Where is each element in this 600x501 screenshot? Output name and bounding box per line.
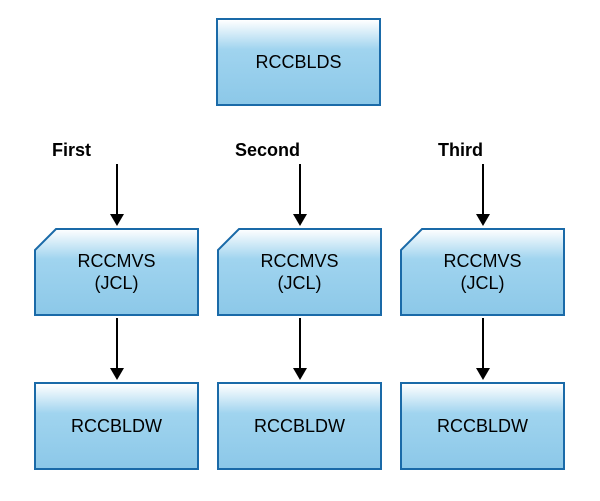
heading-third: Third [438,140,483,161]
arrow-2-top [299,164,301,165]
bottom-box-second: RCCBLDW [217,382,382,470]
top-box-label: RCCBLDS [255,51,341,74]
arrow-3-bottom [482,318,484,319]
top-box: RCCBLDS [216,18,381,106]
card-third: RCCMVS (JCL) [400,228,565,316]
card-third-line2: (JCL) [460,273,504,293]
arrow-3-top [482,164,484,165]
card-second-line1: RCCMVS [260,251,338,271]
card-second: RCCMVS (JCL) [217,228,382,316]
card-second-line2: (JCL) [277,273,321,293]
bottom-box-first: RCCBLDW [34,382,199,470]
arrow-1-bottom [116,318,118,319]
arrow-1-top [116,164,118,165]
card-first: RCCMVS (JCL) [34,228,199,316]
heading-first: First [52,140,91,161]
card-first-line1: RCCMVS [77,251,155,271]
card-third-line1: RCCMVS [443,251,521,271]
card-first-line2: (JCL) [94,273,138,293]
heading-second: Second [235,140,300,161]
arrow-2-bottom [299,318,301,319]
bottom-box-third: RCCBLDW [400,382,565,470]
bottom-first-label: RCCBLDW [71,415,162,438]
bottom-second-label: RCCBLDW [254,415,345,438]
bottom-third-label: RCCBLDW [437,415,528,438]
